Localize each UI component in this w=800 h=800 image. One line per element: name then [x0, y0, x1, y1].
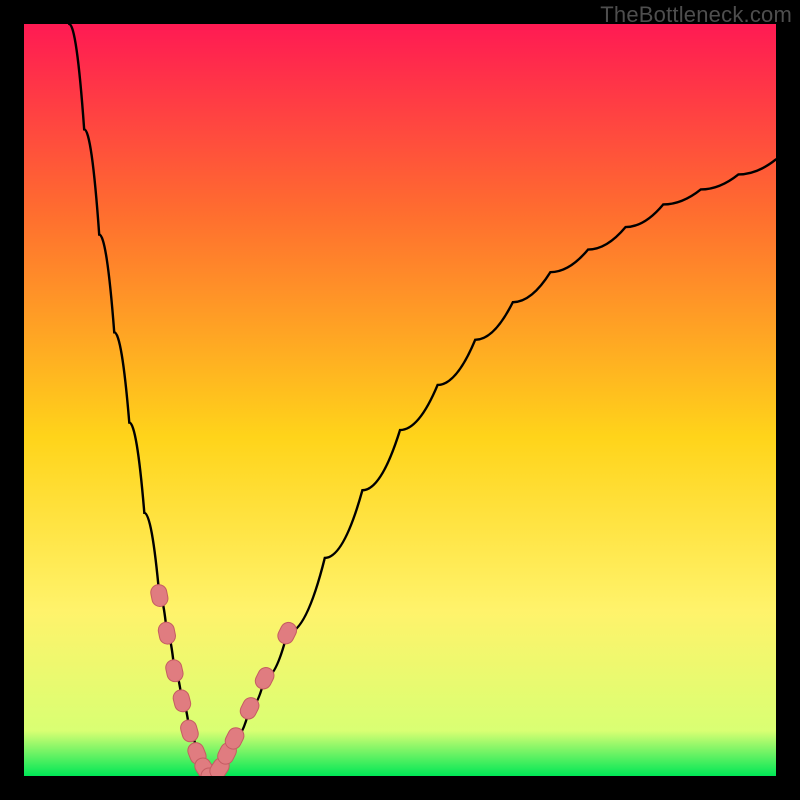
- watermark-text: TheBottleneck.com: [600, 2, 792, 28]
- chart-background: [24, 24, 776, 776]
- chart-frame: [24, 24, 776, 776]
- bottleneck-chart: [24, 24, 776, 776]
